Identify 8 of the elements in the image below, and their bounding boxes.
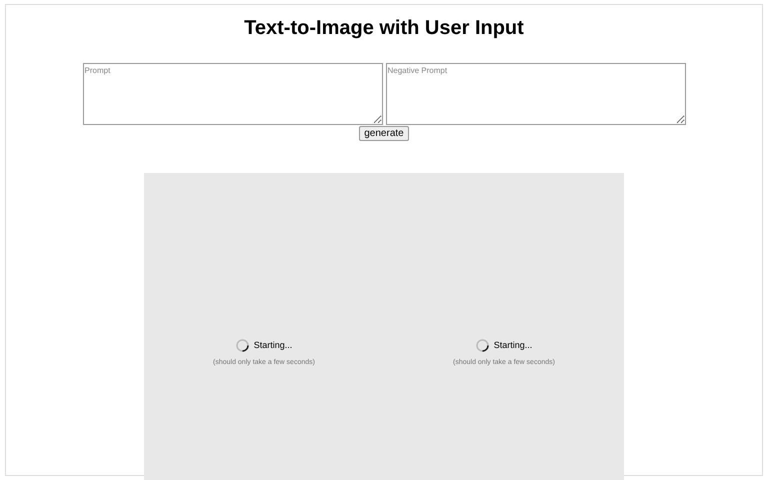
page-title: Text-to-Image with User Input bbox=[244, 16, 524, 40]
status-text: Starting... bbox=[494, 339, 532, 352]
generate-button[interactable]: generate bbox=[359, 126, 409, 141]
spinner-icon bbox=[236, 339, 249, 352]
negative-prompt-field[interactable]: Negative Prompt bbox=[386, 63, 686, 125]
prompt-field[interactable]: Prompt bbox=[82, 63, 382, 125]
spinner-icon bbox=[476, 339, 489, 352]
status-text: Starting... bbox=[254, 339, 292, 352]
